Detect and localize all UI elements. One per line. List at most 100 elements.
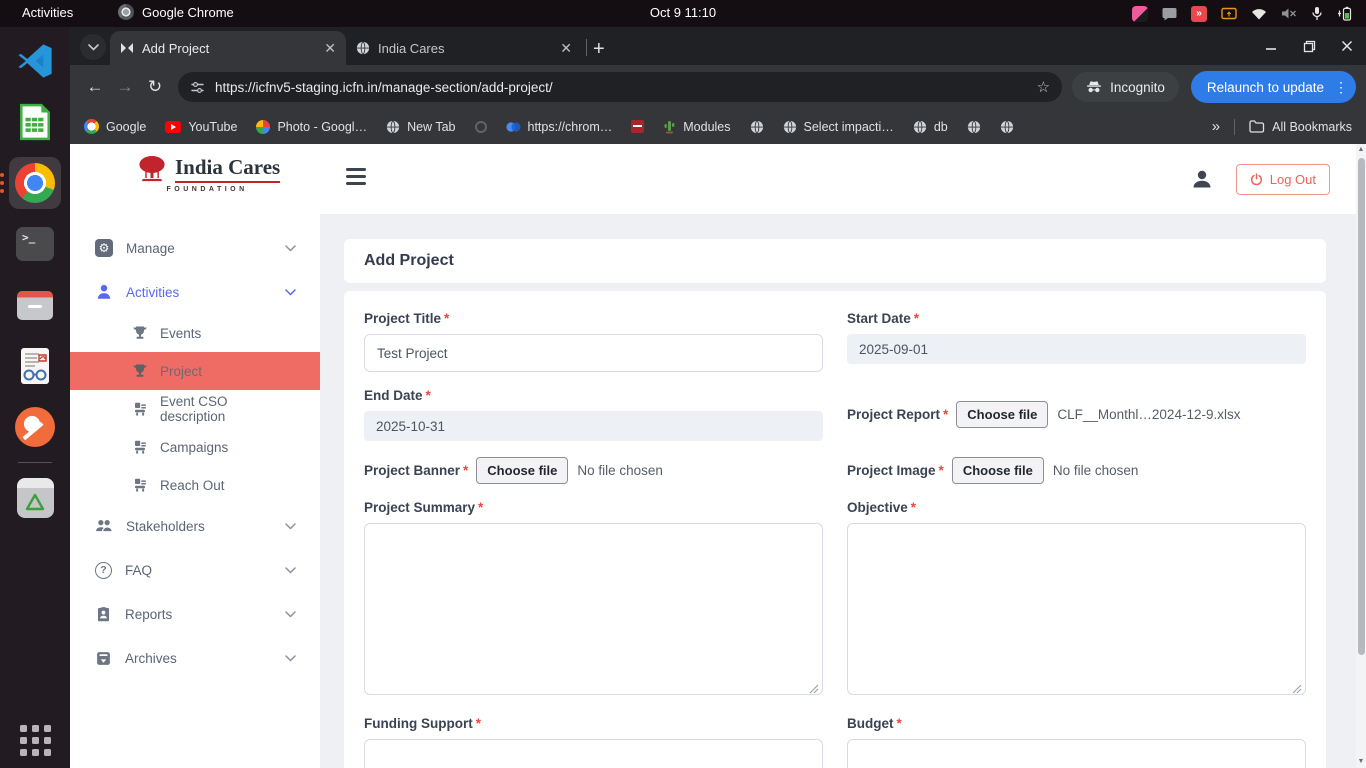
logout-button[interactable]: Log Out [1236,164,1330,195]
window-minimize-button[interactable] [1264,39,1278,53]
sidebar-item-project[interactable]: Project [70,352,320,390]
sidebar-item-stakeholders[interactable]: Stakeholders [70,504,320,548]
bookmark-star-icon[interactable]: ☆ [1037,78,1050,96]
tab-search-chevron-button[interactable] [80,34,106,60]
tab-add-project[interactable]: Add Project ✕ [110,31,346,65]
reload-button[interactable]: ↻ [140,72,170,102]
bookmarks-bar: Google YouTube Photo - Googl… New Tab ht… [70,109,1366,144]
sidebar-item-campaigns[interactable]: Campaigns [70,428,320,466]
start-date-label: Start Date [847,311,911,326]
dock-chrome-icon[interactable] [9,157,61,209]
notification-app-icon[interactable]: » [1191,6,1207,22]
show-applications-button[interactable] [20,725,51,756]
volume-muted-icon[interactable] [1281,7,1297,20]
start-date-input[interactable] [847,334,1306,364]
dock-libreoffice-calc-icon[interactable] [9,96,61,148]
main-content: Add Project Project Title* Start Date* E… [320,214,1356,768]
project-report-field: Project Report* Choose file CLF__Monthl…… [847,401,1306,428]
window-restore-button[interactable] [1302,39,1316,53]
bookmark-photos[interactable]: Photo - Googl… [256,120,367,134]
sidebar-item-manage[interactable]: ⚙ Manage [70,226,320,270]
scroll-up-arrow[interactable]: ▲ [1358,144,1365,156]
chevron-down-icon [285,567,296,574]
bookmark-new-tab[interactable]: New Tab [386,120,455,134]
bookmark-google[interactable]: Google [84,119,146,134]
tab-close-icon[interactable]: ✕ [560,40,572,57]
funding-support-input[interactable] [364,739,823,768]
sidebar-toggle-hamburger[interactable] [346,168,366,185]
new-tab-button[interactable]: + [593,39,605,59]
browser-menu-icon[interactable]: ⋮ [1334,79,1348,96]
sidebar-item-events[interactable]: Events [70,314,320,352]
bookmark-youtube[interactable]: YouTube [165,120,237,134]
site-sidebar: ⚙ Manage Activities Events Project Event… [70,214,320,768]
end-date-field: End Date* [364,388,823,441]
bookmark-unnamed[interactable] [475,121,487,133]
user-profile-icon[interactable] [1190,167,1214,191]
project-banner-choose-file-button[interactable]: Choose file [476,457,568,484]
site-logo[interactable]: India Cares FOUNDATION [134,154,280,193]
globe-icon [1000,120,1014,134]
site-header: India Cares FOUNDATION Log Out [70,144,1356,214]
project-summary-label: Project Summary [364,500,475,515]
bookmark-chrome-link[interactable]: https://chrom… [506,120,613,134]
page-scrollbar[interactable]: ▲ ▼ [1356,144,1366,768]
dock-files-icon[interactable] [9,279,61,331]
dock-document-viewer-icon[interactable] [9,340,61,392]
tab-close-icon[interactable]: ✕ [324,40,336,57]
sidebar-item-faq[interactable]: ? FAQ [70,548,320,592]
battery-icon[interactable] [1337,6,1354,21]
sidebar-item-reach-out[interactable]: Reach Out [70,466,320,504]
dock-postman-icon[interactable] [9,401,61,453]
bookmark-globe-3[interactable] [1000,120,1014,134]
microphone-icon[interactable] [1311,6,1323,21]
window-close-button[interactable] [1340,39,1354,53]
bookmark-modules[interactable]: Modules [663,120,730,134]
sidebar-item-event-cso-description[interactable]: Event CSO description [70,390,320,428]
project-title-input[interactable] [364,334,823,372]
funding-support-label: Funding Support [364,716,473,731]
budget-input[interactable] [847,739,1306,768]
scrollbar-thumb[interactable] [1358,158,1365,655]
objective-field: Objective* [847,500,1306,700]
seat-icon [132,401,148,417]
site-info-icon[interactable] [190,80,205,95]
bookmark-select-impact[interactable]: Select impacti… [783,120,894,134]
scroll-down-arrow[interactable]: ▼ [1356,756,1366,768]
end-date-input[interactable] [364,411,823,441]
tab-india-cares[interactable]: India Cares ✕ [346,31,582,65]
objective-textarea[interactable] [847,523,1306,695]
dock-trash-icon[interactable] [9,472,61,524]
bookmark-bajaj[interactable] [631,120,644,133]
dock-vscode-icon[interactable] [9,35,61,87]
required-asterisk: * [911,500,916,515]
forward-button[interactable]: → [110,72,140,102]
dock-terminal-icon[interactable]: >_ [9,218,61,270]
bookmark-db[interactable]: db [913,120,948,134]
project-image-file-name: No file chosen [1053,463,1139,478]
required-asterisk: * [426,388,431,403]
sidebar-item-reports[interactable]: Reports [70,592,320,636]
banyan-tree-icon [134,154,170,184]
wifi-icon[interactable] [1251,8,1267,20]
media-app-icon[interactable] [1132,6,1148,22]
bookmark-globe-2[interactable] [967,120,981,134]
sidebar-item-archives[interactable]: Archives [70,636,320,680]
bookmark-globe-1[interactable] [750,120,764,134]
required-asterisk: * [914,311,919,326]
project-report-choose-file-button[interactable]: Choose file [956,401,1048,428]
start-date-field: Start Date* [847,311,1306,364]
address-bar[interactable]: https://icfnv5-staging.icfn.in/manage-se… [178,72,1062,102]
project-image-choose-file-button[interactable]: Choose file [952,457,1044,484]
all-bookmarks-button[interactable]: All Bookmarks [1249,120,1352,134]
project-image-label: Project Image [847,463,936,478]
chat-icon[interactable] [1162,7,1177,21]
sidebar-item-activities[interactable]: Activities [70,270,320,314]
back-button[interactable]: ← [80,72,110,102]
project-summary-textarea[interactable] [364,523,823,695]
bookmarks-overflow-chevron[interactable]: » [1212,118,1220,135]
relaunch-to-update-button[interactable]: Relaunch to update ⋮ [1191,71,1356,103]
screen-share-icon[interactable] [1221,7,1237,21]
google-photos-icon [256,120,270,134]
required-asterisk: * [897,716,902,731]
